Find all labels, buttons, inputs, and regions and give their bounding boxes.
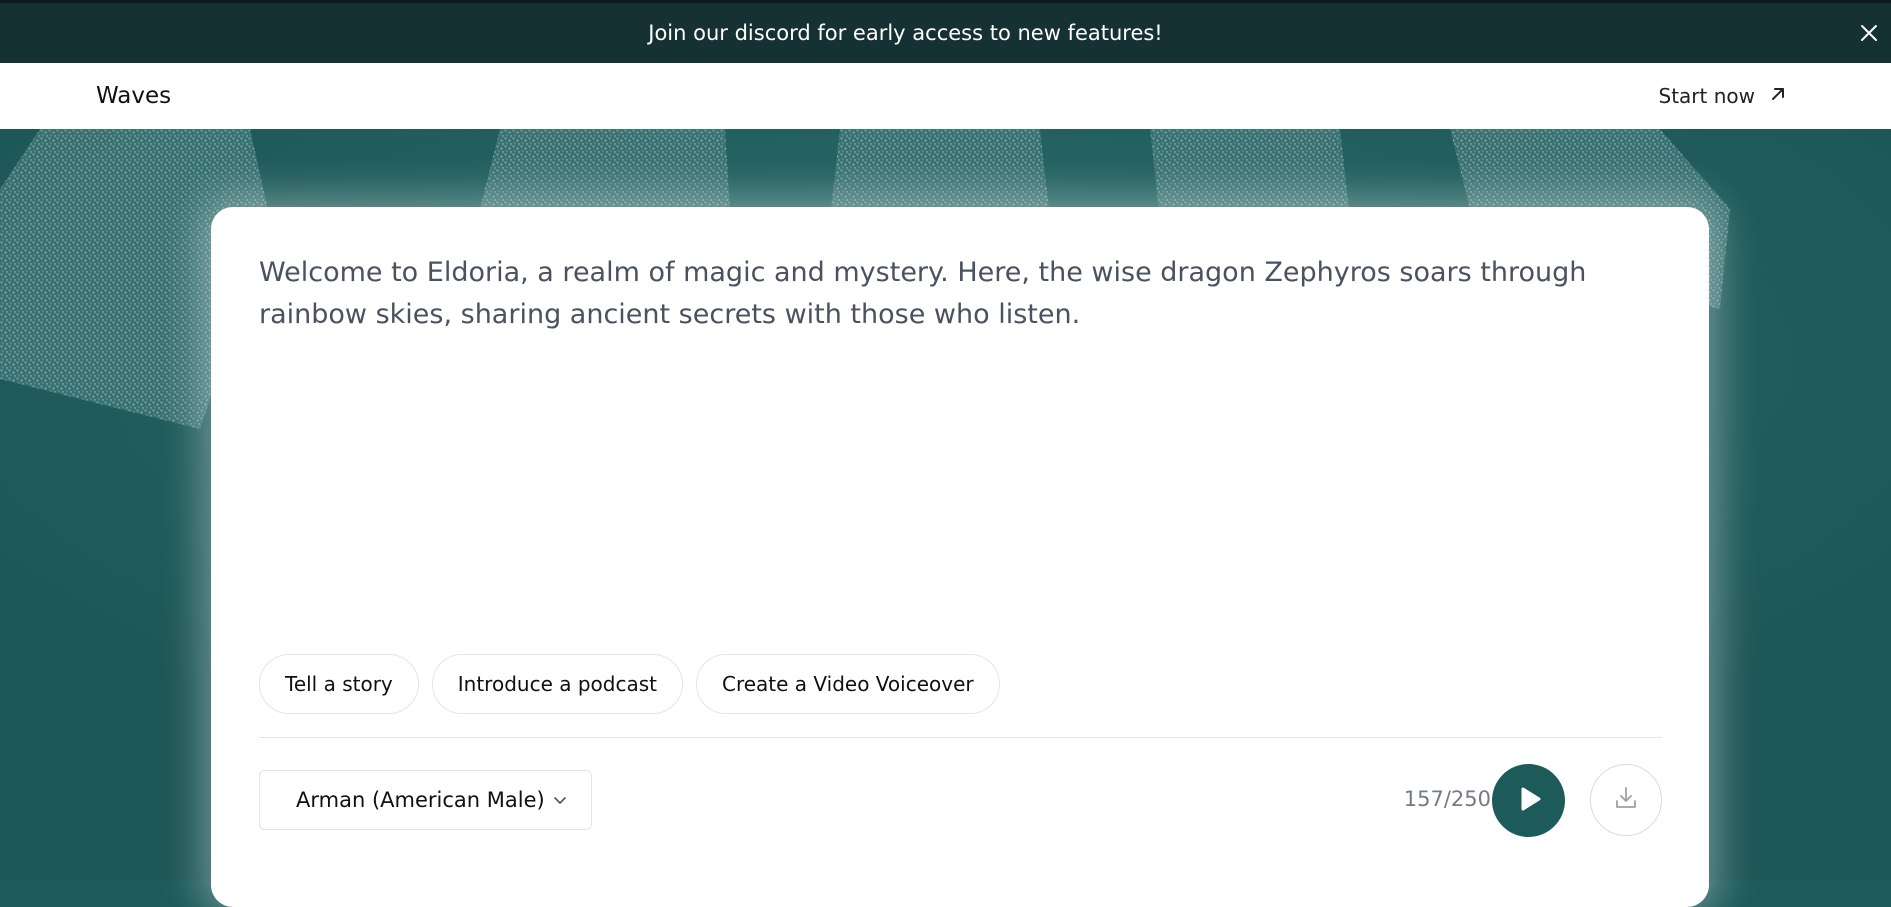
download-button[interactable] [1590, 764, 1662, 836]
play-icon [1514, 784, 1544, 818]
script-textarea[interactable]: Welcome to Eldoria, a realm of magic and… [259, 252, 1679, 336]
prompt-chip-video-voiceover[interactable]: Create a Video Voiceover [695, 654, 1000, 714]
prompt-chip-tell-a-story[interactable]: Tell a story [259, 654, 419, 714]
play-button[interactable] [1492, 764, 1565, 837]
divider [259, 737, 1662, 738]
banner-text: Join our discord for early access to new… [648, 21, 1163, 45]
logo[interactable]: Waves [96, 83, 171, 109]
voice-select-value: Arman (American Male) [296, 788, 545, 812]
download-icon [1612, 784, 1640, 816]
close-icon[interactable] [1857, 21, 1881, 45]
start-now-label: Start now [1658, 84, 1755, 108]
chevron-down-icon [551, 791, 569, 809]
editor-card: Welcome to Eldoria, a realm of magic and… [211, 207, 1709, 907]
arrow-up-right-icon [1769, 84, 1787, 108]
prompt-chips: Tell a story Introduce a podcast Create … [259, 654, 1000, 714]
top-nav: Waves Start now [0, 63, 1891, 129]
announcement-banner: Join our discord for early access to new… [0, 0, 1891, 63]
start-now-link[interactable]: Start now [1659, 84, 1787, 108]
voice-select[interactable]: Arman (American Male) [259, 770, 592, 830]
character-count: 157/250 [1403, 787, 1491, 811]
prompt-chip-introduce-podcast[interactable]: Introduce a podcast [431, 654, 683, 714]
